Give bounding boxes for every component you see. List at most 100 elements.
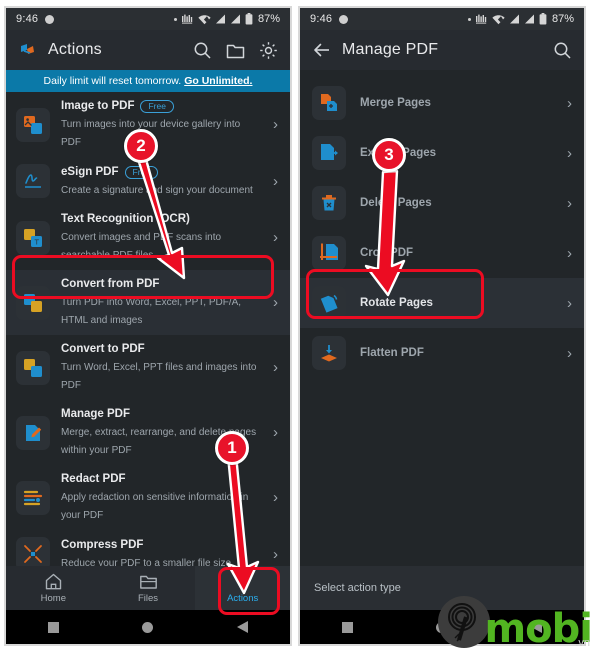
- list-item-title: Delete Pages: [360, 197, 432, 209]
- status-bar-icons: 87%: [467, 13, 574, 25]
- search-icon[interactable]: [553, 41, 572, 60]
- bottom-tab-bar: Home Files Actions: [6, 566, 290, 610]
- tab-home[interactable]: Home: [6, 566, 101, 610]
- list-item-text-recognition-ocr[interactable]: T Text Recognition (OCR) Convert images …: [6, 205, 290, 270]
- list-item-convert-from-pdf[interactable]: Convert from PDF Turn PDF into Word, Exc…: [6, 270, 290, 335]
- convert-to-pdf-icon: [16, 350, 50, 385]
- gear-icon[interactable]: [259, 41, 278, 60]
- search-icon[interactable]: [193, 41, 212, 60]
- chevron-right-icon: ›: [567, 144, 572, 162]
- bolt-icon: [233, 572, 252, 591]
- list-item-crop-pdf[interactable]: Crop PDF ›: [300, 228, 584, 278]
- list-item-esign-pdf[interactable]: eSign PDF Free Create a signature and si…: [6, 157, 290, 205]
- list-item-subtitle: Turn images into your device gallery int…: [61, 119, 241, 148]
- page-title: Actions: [48, 41, 102, 58]
- camera-dot-icon: [45, 14, 55, 24]
- list-item-subtitle: Create a signature and sign your documen…: [61, 184, 253, 196]
- chevron-right-icon: ›: [273, 116, 278, 133]
- list-item-convert-to-pdf[interactable]: Convert to PDF Turn Word, Excel, PPT fil…: [6, 335, 290, 400]
- recents-button-icon[interactable]: [341, 621, 353, 633]
- list-item-merge-pages[interactable]: Merge Pages ›: [300, 78, 584, 128]
- signal-bars-2-icon: [524, 14, 535, 24]
- chevron-right-icon: ›: [273, 489, 278, 506]
- right-phone-screen: 9:46 87% Manage PDF Merge Pages › Extrac…: [298, 6, 586, 646]
- files-icon: [139, 572, 158, 591]
- list-item-title-wrap: Image to PDF Free: [61, 99, 258, 114]
- tab-files[interactable]: Files: [101, 566, 196, 610]
- folder-icon[interactable]: [226, 41, 245, 60]
- actions-list[interactable]: Image to PDF Free Turn images into your …: [6, 92, 290, 566]
- list-item-redact-pdf[interactable]: Redact PDF Apply redaction on sensitive …: [6, 465, 290, 530]
- list-item-subtitle: Convert images and PDF scans into search…: [61, 232, 222, 261]
- select-action-label: Select action type: [314, 582, 401, 594]
- ocr-icon: T: [16, 220, 50, 255]
- battery-icon: [539, 13, 547, 25]
- small-dot-icon: [173, 17, 177, 21]
- list-item-title: Flatten PDF: [360, 347, 424, 359]
- list-item-body: Manage PDF Merge, extract, rearrange, an…: [61, 407, 258, 458]
- chevron-right-icon: ›: [567, 244, 572, 262]
- tab-files-label: Files: [137, 593, 159, 604]
- select-action-sheet[interactable]: Select action type: [300, 566, 584, 610]
- wifi-icon: [492, 14, 505, 25]
- list-item-manage-pdf[interactable]: Manage PDF Merge, extract, rearrange, an…: [6, 400, 290, 465]
- list-item-flatten-pdf[interactable]: Flatten PDF ›: [300, 328, 584, 378]
- home-button-icon[interactable]: [436, 621, 448, 633]
- chevron-right-icon: ›: [273, 294, 278, 311]
- list-item-subtitle: Turn PDF into Word, Excel, PPT, PDF/A, H…: [61, 297, 242, 326]
- signal-bars-1-icon: [509, 14, 520, 24]
- list-item-body: Redact PDF Apply redaction on sensitive …: [61, 472, 258, 523]
- tab-home-label: Home: [40, 593, 66, 604]
- list-item-title: Convert to PDF: [61, 343, 145, 355]
- chevron-right-icon: ›: [273, 359, 278, 376]
- list-item-title: Image to PDF: [61, 100, 135, 112]
- manage-pdf-icon: [16, 415, 50, 450]
- list-item-body: Compress PDF Reduce your PDF to a smalle…: [61, 538, 258, 567]
- list-item-subtitle: Apply redaction on sensitive information…: [61, 492, 249, 521]
- app-logo-icon[interactable]: [18, 40, 38, 60]
- list-item-extract-pages[interactable]: Extract Pages ›: [300, 128, 584, 178]
- list-item-title-wrap: Redact PDF: [61, 472, 258, 487]
- list-item-body: Convert from PDF Turn PDF into Word, Exc…: [61, 277, 258, 328]
- signal-bars-2-icon: [230, 14, 241, 24]
- battery-percent-label: 87%: [551, 13, 574, 25]
- back-button-icon[interactable]: [531, 621, 543, 633]
- list-item-title-wrap: Compress PDF: [61, 538, 258, 553]
- list-item-rotate-pages[interactable]: Rotate Pages ›: [300, 278, 584, 328]
- list-item-image-to-pdf[interactable]: Image to PDF Free Turn images into your …: [6, 92, 290, 157]
- nfc-icon: [181, 13, 194, 25]
- back-arrow-icon[interactable]: [312, 40, 332, 60]
- screenshot-stage: 9:46 87% Actions Daily limit will reset …: [0, 0, 596, 650]
- wifi-icon: [198, 14, 211, 25]
- android-nav-bar: [300, 610, 584, 644]
- recents-button-icon[interactable]: [47, 621, 59, 633]
- home-button-icon[interactable]: [142, 621, 154, 633]
- signal-bars-1-icon: [215, 14, 226, 24]
- go-unlimited-link[interactable]: Go Unlimited.: [184, 75, 252, 87]
- tab-actions-label: Actions: [227, 593, 259, 604]
- app-bar: Manage PDF: [300, 30, 584, 70]
- nfc-icon: [475, 13, 488, 25]
- status-bar-time: 9:46: [310, 13, 333, 25]
- promo-banner[interactable]: Daily limit will reset tomorrow. Go Unli…: [6, 70, 290, 92]
- list-item-subtitle: Reduce your PDF to a smaller file size: [61, 557, 232, 567]
- free-badge: Free: [124, 165, 158, 179]
- left-phone-screen: 9:46 87% Actions Daily limit will reset …: [4, 6, 292, 646]
- back-button-icon[interactable]: [237, 621, 249, 633]
- list-item-body: Text Recognition (OCR) Convert images an…: [61, 212, 258, 263]
- free-badge: Free: [140, 100, 174, 113]
- chevron-right-icon: ›: [567, 344, 572, 362]
- manage-pdf-list[interactable]: Merge Pages › Extract Pages › Delete Pag…: [300, 70, 584, 566]
- list-item-subtitle: Turn Word, Excel, PPT files and images i…: [61, 362, 257, 391]
- tab-actions[interactable]: Actions: [195, 566, 290, 610]
- status-bar-time: 9:46: [16, 13, 39, 25]
- convert-from-pdf-icon: [16, 285, 50, 320]
- rotate-pages-icon: [312, 286, 346, 320]
- chevron-right-icon: ›: [567, 94, 572, 112]
- list-item-title: Text Recognition (OCR): [61, 213, 190, 225]
- list-item-title-wrap: Manage PDF: [61, 407, 258, 422]
- chevron-right-icon: ›: [273, 424, 278, 441]
- list-item-compress-pdf[interactable]: Compress PDF Reduce your PDF to a smalle…: [6, 530, 290, 566]
- app-bar-actions: [553, 41, 572, 60]
- list-item-delete-pages[interactable]: Delete Pages ›: [300, 178, 584, 228]
